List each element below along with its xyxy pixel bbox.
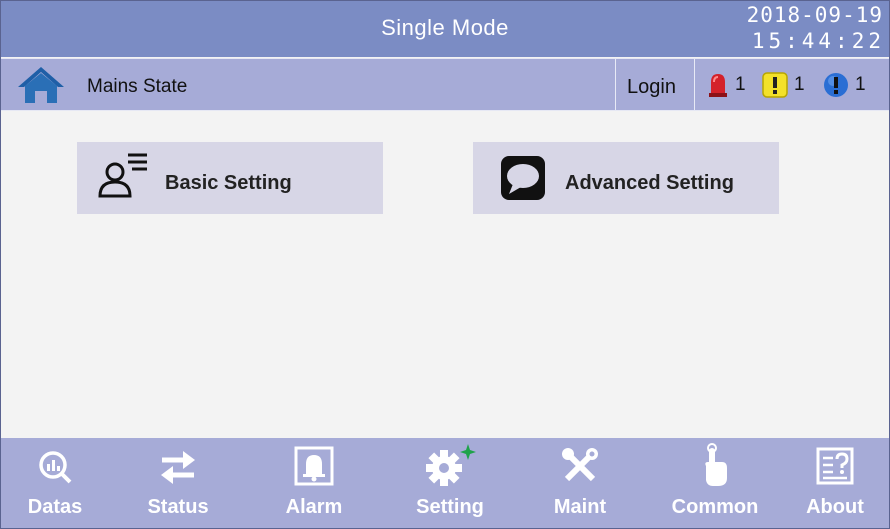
mains-state-label: Mains State — [87, 76, 188, 97]
nav-label: Status — [147, 496, 209, 518]
nav-label: Maint — [553, 496, 607, 518]
alarm-counter-red[interactable]: 1 — [707, 72, 746, 98]
divider — [615, 59, 616, 110]
nav-datas[interactable]: Datas — [1, 438, 109, 528]
advanced-setting-label: Advanced Setting — [565, 172, 734, 194]
speech-bubble-icon — [501, 156, 545, 200]
alarm-counter-yellow[interactable]: 1 — [762, 72, 805, 98]
red-siren-icon — [709, 74, 727, 97]
advanced-setting-button[interactable]: Advanced Setting — [473, 142, 779, 214]
screen: Single Mode 2018-09-19 15:44:22 Mains St… — [0, 0, 890, 529]
datetime: 2018-09-19 15:44:22 — [747, 2, 883, 54]
nav-about[interactable]: About — [787, 438, 883, 528]
divider — [694, 59, 695, 110]
status-bar: Mains State Login 1 1 1 — [1, 58, 889, 111]
nav-label: Alarm — [285, 496, 343, 518]
nav-label: Setting — [416, 496, 484, 518]
nav-setting[interactable]: Setting — [395, 438, 505, 528]
nav-status[interactable]: Status — [123, 438, 233, 528]
nav-label: Common — [671, 496, 759, 518]
basic-setting-button[interactable]: Basic Setting — [77, 142, 383, 214]
home-icon[interactable] — [17, 65, 65, 105]
nav-common[interactable]: Common — [659, 438, 771, 528]
user-list-icon — [98, 153, 147, 198]
bell-icon — [294, 446, 334, 486]
help-book-icon — [816, 447, 854, 485]
basic-setting-label: Basic Setting — [165, 172, 292, 194]
time-text: 15:44:22 — [751, 29, 885, 53]
chart-magnifier-icon — [39, 451, 72, 484]
warning-count: 1 — [794, 74, 805, 95]
date-text: 2018-09-19 — [746, 3, 883, 27]
nav-label: Datas — [27, 496, 83, 518]
nav-alarm[interactable]: Alarm — [259, 438, 369, 528]
info-count: 1 — [855, 74, 866, 95]
blue-info-icon — [824, 73, 848, 97]
title-bar: Single Mode 2018-09-19 15:44:22 — [1, 1, 889, 57]
login-button[interactable]: Login — [627, 76, 676, 99]
alarm-count: 1 — [735, 74, 746, 95]
bottom-nav: Datas Status Alarm Setting Maint Common … — [1, 438, 889, 528]
swap-arrows-icon — [161, 451, 195, 484]
yellow-warning-icon — [762, 72, 788, 98]
gear-icon — [426, 444, 476, 486]
touch-pointer-icon — [705, 443, 727, 486]
tools-icon — [562, 448, 598, 482]
active-marker-icon — [460, 444, 476, 460]
alarm-counter-blue[interactable]: 1 — [823, 72, 866, 98]
nav-maint[interactable]: Maint — [525, 438, 635, 528]
nav-label: About — [806, 496, 864, 518]
main-panel: Basic Setting Advanced Setting — [1, 111, 889, 436]
